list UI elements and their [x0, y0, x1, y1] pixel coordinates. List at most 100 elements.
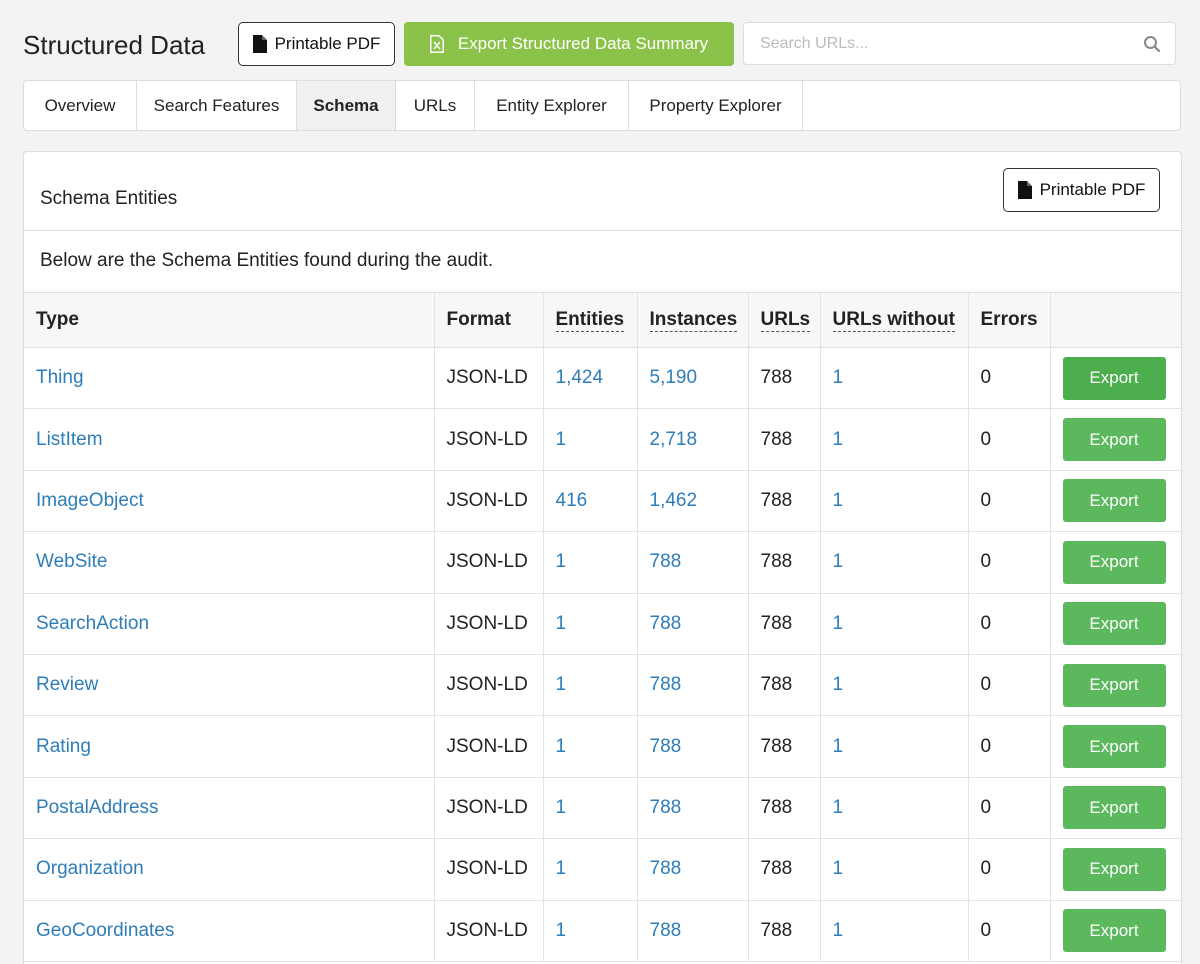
table-row: Thing JSON-LD 1,424 5,190 788 1 0 Export: [24, 347, 1181, 410]
tab-entity-explorer[interactable]: Entity Explorer: [475, 81, 629, 130]
type-link[interactable]: WebSite: [36, 551, 107, 572]
export-row-button[interactable]: Export: [1062, 479, 1166, 523]
entities-link[interactable]: 1: [556, 797, 567, 818]
export-row-button[interactable]: Export: [1062, 540, 1166, 584]
cell-actions: Export: [1050, 347, 1181, 410]
export-row-button[interactable]: Export: [1062, 418, 1166, 462]
printable-pdf-button[interactable]: Printable PDF: [238, 22, 395, 66]
cell-errors: 0: [968, 347, 1051, 410]
column-header-format[interactable]: Format: [434, 292, 544, 348]
cell-format: JSON-LD: [434, 470, 544, 533]
export-row-button[interactable]: Export: [1062, 356, 1166, 400]
tab-search-features[interactable]: Search Features: [137, 81, 297, 130]
column-header-type[interactable]: Type: [24, 292, 435, 348]
entities-link[interactable]: 1: [556, 858, 567, 879]
table-row: GeoCoordinates JSON-LD 1 788 788 1 0 Exp…: [24, 900, 1181, 962]
type-link[interactable]: Thing: [36, 367, 84, 388]
cell-urls: 788: [748, 531, 821, 594]
tab-schema[interactable]: Schema: [297, 81, 396, 130]
instances-link[interactable]: 5,190: [650, 367, 698, 388]
cell-actions: Export: [1050, 838, 1181, 901]
type-link[interactable]: Organization: [36, 858, 144, 879]
instances-link[interactable]: 788: [650, 674, 682, 695]
instances-link[interactable]: 788: [650, 858, 682, 879]
cell-errors: 0: [968, 900, 1051, 962]
type-link[interactable]: ListItem: [36, 429, 103, 450]
type-link[interactable]: Review: [36, 674, 98, 695]
cell-actions: Export: [1050, 715, 1181, 778]
column-header-entities[interactable]: Entities: [543, 292, 638, 348]
column-header-urls[interactable]: URLs: [748, 292, 821, 348]
export-row-button[interactable]: Export: [1062, 909, 1166, 953]
urls-without-link[interactable]: 1: [833, 674, 844, 695]
cell-entities: 1: [543, 408, 638, 471]
instances-link[interactable]: 2,718: [650, 429, 698, 450]
cell-entities: 1: [543, 900, 638, 962]
column-header-urls-without[interactable]: URLs without: [820, 292, 969, 348]
urls-without-link[interactable]: 1: [833, 858, 844, 879]
cell-urls: 788: [748, 838, 821, 901]
cell-type: ListItem: [24, 408, 435, 471]
instances-link[interactable]: 788: [650, 920, 682, 941]
urls-without-link[interactable]: 1: [833, 551, 844, 572]
entities-link[interactable]: 1: [556, 674, 567, 695]
cell-errors: 0: [968, 838, 1051, 901]
entities-link[interactable]: 1,424: [556, 367, 604, 388]
cell-type: Review: [24, 654, 435, 717]
cell-instances: 788: [637, 777, 749, 840]
urls-without-link[interactable]: 1: [833, 367, 844, 388]
entities-link[interactable]: 1: [556, 613, 567, 634]
panel-description: Below are the Schema Entities found duri…: [40, 250, 494, 271]
printable-pdf-label: Printable PDF: [274, 34, 381, 53]
cell-format: JSON-LD: [434, 347, 544, 410]
instances-link[interactable]: 788: [650, 797, 682, 818]
urls-without-link[interactable]: 1: [833, 613, 844, 634]
type-link[interactable]: Rating: [36, 736, 91, 757]
instances-link[interactable]: 788: [650, 736, 682, 757]
export-summary-button[interactable]: Export Structured Data Summary: [404, 22, 734, 66]
search-input[interactable]: [744, 23, 1134, 64]
cell-format: JSON-LD: [434, 408, 544, 471]
urls-without-link[interactable]: 1: [833, 429, 844, 450]
table-row: Rating JSON-LD 1 788 788 1 0 Export: [24, 715, 1181, 778]
type-link[interactable]: GeoCoordinates: [36, 920, 174, 941]
search-icon[interactable]: [1143, 35, 1161, 53]
type-link[interactable]: PostalAddress: [36, 797, 159, 818]
cell-urls: 788: [748, 900, 821, 962]
instances-link[interactable]: 788: [650, 551, 682, 572]
column-header-errors[interactable]: Errors: [968, 292, 1051, 348]
urls-without-link[interactable]: 1: [833, 490, 844, 511]
panel-header: Schema Entities Printable PDF: [24, 152, 1181, 231]
cell-errors: 0: [968, 777, 1051, 840]
export-row-button[interactable]: Export: [1062, 663, 1166, 707]
entities-link[interactable]: 416: [556, 490, 588, 511]
schema-entities-table: Type Format Entities Instances URLs URLs…: [24, 292, 1181, 962]
export-row-button[interactable]: Export: [1062, 786, 1166, 830]
cell-entities: 1,424: [543, 347, 638, 410]
entities-link[interactable]: 1: [556, 920, 567, 941]
export-row-button[interactable]: Export: [1062, 847, 1166, 891]
cell-instances: 5,190: [637, 347, 749, 410]
urls-without-link[interactable]: 1: [833, 920, 844, 941]
urls-without-link[interactable]: 1: [833, 797, 844, 818]
column-header-instances[interactable]: Instances: [637, 292, 749, 348]
entities-link[interactable]: 1: [556, 551, 567, 572]
export-row-button[interactable]: Export: [1062, 602, 1166, 646]
entities-link[interactable]: 1: [556, 736, 567, 757]
tab-overview[interactable]: Overview: [24, 81, 137, 130]
schema-entities-panel: Schema Entities Printable PDF Below are …: [23, 151, 1182, 964]
tab-urls[interactable]: URLs: [396, 81, 475, 130]
panel-printable-pdf-button[interactable]: Printable PDF: [1003, 168, 1160, 212]
file-icon: [252, 35, 267, 53]
instances-link[interactable]: 788: [650, 613, 682, 634]
export-row-button[interactable]: Export: [1062, 725, 1166, 769]
tab-property-explorer[interactable]: Property Explorer: [629, 81, 803, 130]
type-link[interactable]: SearchAction: [36, 613, 149, 634]
table-row: WebSite JSON-LD 1 788 788 1 0 Export: [24, 531, 1181, 594]
table-row: Organization JSON-LD 1 788 788 1 0 Expor…: [24, 838, 1181, 901]
tab-label: Property Explorer: [649, 95, 782, 115]
entities-link[interactable]: 1: [556, 429, 567, 450]
urls-without-link[interactable]: 1: [833, 736, 844, 757]
instances-link[interactable]: 1,462: [650, 490, 698, 511]
type-link[interactable]: ImageObject: [36, 490, 144, 511]
